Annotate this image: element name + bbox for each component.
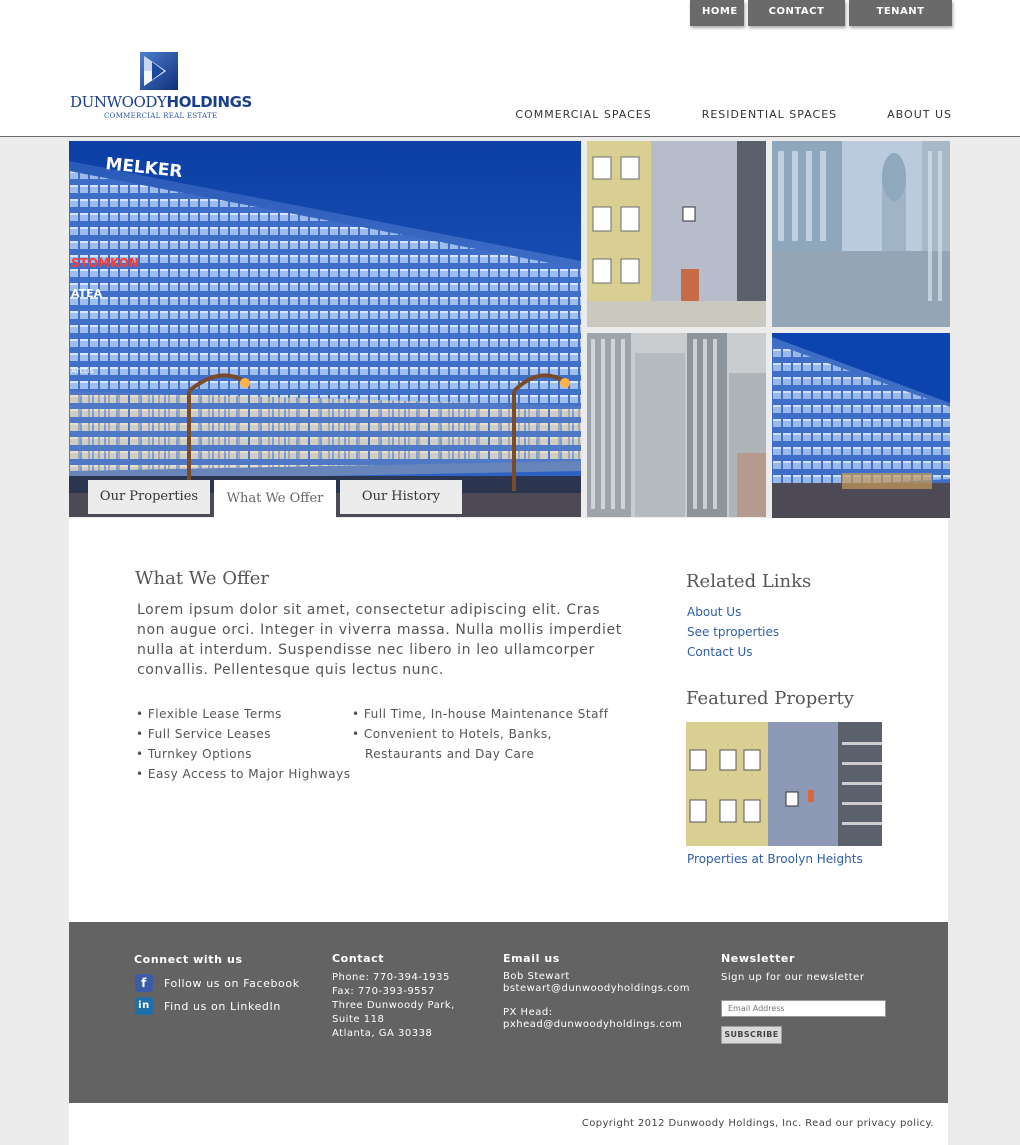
copyright-bar: Copyright 2012 Dunwoody Holdings, Inc. R… <box>69 1103 948 1145</box>
feature-item: • Convenient to Hotels, Banks, <box>352 727 552 741</box>
contact-address-line2: Suite 118 <box>332 1014 385 1025</box>
copyright-text: Copyright 2012 Dunwoody Holdings, Inc. R… <box>581 1118 934 1129</box>
site-footer: Connect with us f Follow us on Facebook … <box>69 922 948 1103</box>
tab-what-we-offer[interactable]: What We Offer <box>214 480 336 518</box>
main-nav: COMMERCIAL SPACES RESIDENTIAL SPACES ABO… <box>515 108 952 121</box>
hero-image: MELKER STOMKON ATEA Arctis <box>69 141 581 517</box>
feature-item: • Full Service Leases <box>136 727 271 741</box>
hero-tabs: Our Properties What We Offer Our History <box>88 480 462 518</box>
newsletter-email-input[interactable] <box>721 1000 886 1017</box>
logo-name-light: DUNWOODY <box>70 93 167 111</box>
feature-item: • Full Time, In-house Maintenance Staff <box>352 707 609 721</box>
featured-property-title: Featured Property <box>686 688 854 709</box>
thumbnail-office-building[interactable] <box>772 333 950 518</box>
facebook-label: Follow us on Facebook <box>164 976 300 990</box>
nav-tenant-portal[interactable]: TENANT PORTAL <box>849 0 952 41</box>
logo-mark-icon <box>140 52 178 90</box>
linkedin-icon: in <box>135 997 153 1015</box>
footer-email-contact-1: Bob Stewart bstewart@dunwoodyholdings.co… <box>503 971 690 995</box>
footer-contact-info: Phone: 770-394-1935 Fax: 770-393-9557 Th… <box>332 971 455 1041</box>
sign-atea: ATEA <box>71 287 103 300</box>
contact-fax: Fax: 770-393-9557 <box>332 986 435 997</box>
nav-home[interactable]: HOME <box>690 0 744 26</box>
facebook-link[interactable]: f Follow us on Facebook <box>135 974 300 992</box>
thumbnail-city-skyline[interactable] <box>772 141 950 327</box>
footer-connect-title: Connect with us <box>134 953 243 966</box>
features-list-left: • Flexible Lease Terms • Full Service Le… <box>136 704 350 784</box>
feature-item: • Easy Access to Major Highways <box>136 767 351 781</box>
facebook-icon: f <box>135 974 153 992</box>
subscribe-button[interactable]: SUBSCRIBE <box>721 1026 782 1044</box>
residential-building-photo <box>587 141 766 327</box>
email-contact-address[interactable]: bstewart@dunwoodyholdings.com <box>503 983 690 995</box>
site-header: HOME CONTACT US TENANT PORTAL DUNWOODYHO… <box>0 0 1020 137</box>
nav-commercial-spaces[interactable]: COMMERCIAL SPACES <box>515 108 651 121</box>
features-list-right: • Full Time, In-house Maintenance Staff … <box>352 704 608 764</box>
tab-our-history[interactable]: Our History <box>340 480 462 514</box>
link-contact-us[interactable]: Contact Us <box>687 642 779 662</box>
contact-address-line3: Atlanta, GA 30338 <box>332 1028 433 1039</box>
downtown-towers-photo <box>587 333 766 517</box>
footer-email-title: Email us <box>503 952 560 965</box>
email-contact-address[interactable]: pxhead@dunwoodyholdings.com <box>503 1019 682 1031</box>
site-logo[interactable]: DUNWOODYHOLDINGS COMMERCIAL REAL ESTATE <box>70 52 252 122</box>
footer-newsletter-title: Newsletter <box>721 952 796 965</box>
featured-property-image[interactable] <box>686 722 882 846</box>
feature-item: Restaurants and Day Care <box>352 747 535 761</box>
email-contact-name: PX Head: <box>503 1007 553 1018</box>
link-see-properties[interactable]: See tproperties <box>687 622 779 642</box>
contact-phone: Phone: 770-394-1935 <box>332 972 450 983</box>
office-building-photo: MELKER STOMKON ATEA Arctis <box>69 141 581 517</box>
sign-stomkon: STOMKON <box>71 256 139 270</box>
featured-building-photo <box>686 722 882 846</box>
nav-residential-spaces[interactable]: RESIDENTIAL SPACES <box>702 108 837 121</box>
footer-contact-title: Contact <box>332 952 385 965</box>
thumbnail-residential-building[interactable] <box>587 141 766 327</box>
related-links: About Us See tproperties Contact Us <box>687 602 779 662</box>
email-contact-name: Bob Stewart <box>503 971 570 982</box>
city-skyline-photo <box>772 141 950 327</box>
logo-tagline: COMMERCIAL REAL ESTATE <box>104 112 218 120</box>
featured-property-link[interactable]: Properties at Broolyn Heights <box>687 852 863 866</box>
tab-our-properties[interactable]: Our Properties <box>88 480 210 514</box>
feature-item: • Turnkey Options <box>136 747 252 761</box>
nav-about-us[interactable]: ABOUT US <box>887 108 952 121</box>
nav-contact-us[interactable]: CONTACT US <box>748 0 845 41</box>
link-about-us[interactable]: About Us <box>687 602 779 622</box>
linkedin-label: Find us on LinkedIn <box>164 999 281 1013</box>
footer-email-contact-2: PX Head: pxhead@dunwoodyholdings.com <box>503 1007 682 1031</box>
linkedin-link[interactable]: in Find us on LinkedIn <box>135 997 281 1015</box>
logo-name-bold: HOLDINGS <box>166 93 253 111</box>
utility-nav: HOME CONTACT US TENANT PORTAL <box>690 0 952 41</box>
feature-item: • Flexible Lease Terms <box>136 707 282 721</box>
main-content: What We Offer Lorem ipsum dolor sit amet… <box>69 518 948 922</box>
contact-address-line1: Three Dunwoody Park, <box>332 1000 455 1011</box>
newsletter-text: Sign up for our newsletter <box>721 972 865 983</box>
sign-arctis: Arctis <box>71 366 94 375</box>
related-links-title: Related Links <box>686 571 812 592</box>
intro-paragraph: Lorem ipsum dolor sit amet, consectetur … <box>137 602 622 678</box>
office-building-thumb-photo <box>772 333 950 518</box>
thumbnail-downtown-towers[interactable] <box>587 333 766 517</box>
logo-wordmark: DUNWOODYHOLDINGS <box>70 93 252 111</box>
section-title: What We Offer <box>135 568 269 589</box>
